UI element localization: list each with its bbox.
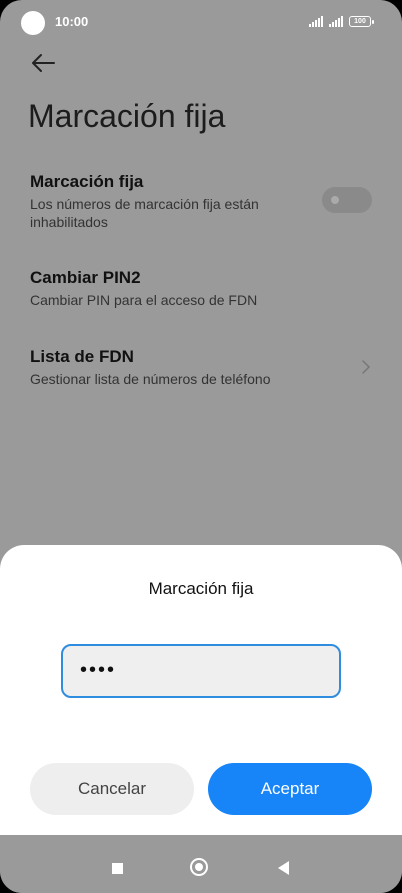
- signal-icon-2: [329, 16, 343, 27]
- setting-subtitle: Gestionar lista de números de teléfono: [30, 371, 271, 387]
- toggle-knob: [331, 196, 339, 204]
- signal-icon: [309, 16, 323, 27]
- accept-button[interactable]: Aceptar: [208, 763, 372, 815]
- setting-fdn-list[interactable]: Lista de FDN Gestionar lista de números …: [30, 347, 372, 388]
- setting-title: Lista de FDN: [30, 347, 134, 366]
- pin-dialog: Marcación fija •••• Cancelar Aceptar: [0, 545, 402, 835]
- pin-value: ••••: [80, 659, 117, 681]
- setting-subtitle: Cambiar PIN para el acceso de FDN: [30, 292, 258, 308]
- status-bar: 10:00 100: [0, 0, 402, 44]
- triangle-icon[interactable]: [278, 861, 289, 875]
- chevron-right-icon[interactable]: [360, 359, 372, 375]
- square-icon[interactable]: [112, 863, 123, 874]
- arrow-left-icon[interactable]: [30, 52, 56, 74]
- fdn-toggle[interactable]: [322, 187, 372, 213]
- status-time: 10:00: [55, 14, 89, 29]
- setting-change-pin2[interactable]: Cambiar PIN2 Cambiar PIN para el acceso …: [30, 268, 372, 309]
- setting-title: Cambiar PIN2: [30, 268, 141, 287]
- circle-icon[interactable]: [190, 858, 208, 876]
- screen: 10:00 100 Marcación fija Marcación fija …: [0, 0, 402, 893]
- navigation-bar: [0, 835, 402, 893]
- page-title: Marcación fija: [28, 98, 226, 134]
- setting-fdn-toggle[interactable]: Marcación fija Los números de marcación …: [30, 172, 372, 231]
- setting-subtitle: Los números de marcación fija están inha…: [30, 196, 259, 230]
- cancel-button[interactable]: Cancelar: [30, 763, 194, 815]
- battery-icon: 100: [349, 16, 374, 27]
- camera-cutout: [21, 11, 45, 35]
- pin-input[interactable]: ••••: [61, 644, 341, 698]
- dialog-title: Marcación fija: [148, 579, 254, 598]
- setting-title: Marcación fija: [30, 172, 144, 191]
